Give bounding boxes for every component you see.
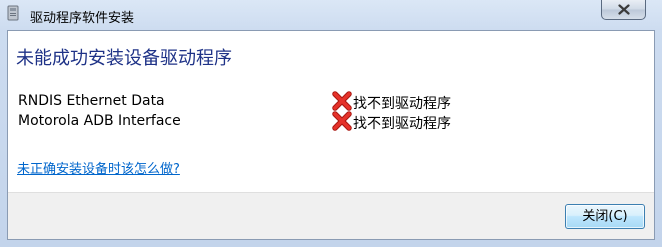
page-title: 未能成功安装设备驱动程序 — [16, 48, 232, 69]
red-x-icon — [332, 111, 352, 131]
help-link[interactable]: 未正确安装设备时该怎么做? — [17, 158, 180, 177]
dialog-window: 驱动程序软件安装 未能成功安装设备驱动程序 RNDIS Ethernet Dat… — [0, 0, 662, 247]
red-x-icon — [332, 91, 352, 111]
title-bar[interactable]: 驱动程序软件安装 — [0, 0, 662, 30]
close-icon — [618, 4, 630, 15]
window-close-button[interactable] — [601, 0, 646, 20]
driver-install-icon — [6, 5, 20, 21]
window-title: 驱动程序软件安装 — [30, 11, 135, 26]
dialog-content: 未能成功安装设备驱动程序 RNDIS Ethernet Data 找不到驱动程序… — [8, 31, 654, 193]
close-button[interactable]: 关闭(C) — [565, 204, 645, 229]
device-status-text: 找不到驱动程序 — [353, 116, 451, 132]
device-status-text: 找不到驱动程序 — [353, 96, 451, 112]
dialog-client-area: 未能成功安装设备驱动程序 RNDIS Ethernet Data 找不到驱动程序… — [7, 30, 655, 240]
dialog-footer: 关闭(C) — [8, 193, 654, 239]
device-name: Motorola ADB Interface — [18, 113, 181, 129]
device-name: RNDIS Ethernet Data — [18, 93, 165, 109]
